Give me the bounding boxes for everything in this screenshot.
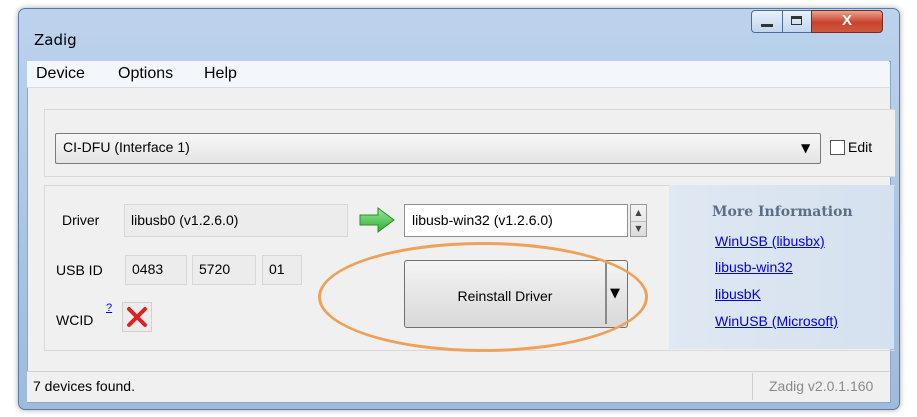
maximize-icon — [791, 16, 802, 25]
maximize-button[interactable] — [782, 10, 812, 33]
usb-pid-field: 5720 — [192, 255, 256, 285]
usb-vid-field: 0483 — [125, 255, 187, 285]
link-winusb-microsoft[interactable]: WinUSB (Microsoft) — [715, 313, 838, 329]
arrow-right-icon — [359, 207, 395, 233]
spin-up-icon[interactable]: ▲ — [631, 205, 646, 222]
usb-id-label: USB ID — [56, 262, 103, 278]
spin-down-icon[interactable]: ▼ — [631, 221, 646, 237]
highlight-ellipse — [318, 242, 648, 352]
edit-label: Edit — [848, 139, 873, 155]
menu-help[interactable]: Help — [204, 65, 237, 83]
dropdown-arrow-icon[interactable]: ▼ — [801, 141, 810, 155]
usb-mi-field: 01 — [262, 255, 302, 285]
window-title: Zadig — [34, 31, 77, 49]
status-message: 7 devices found. — [33, 378, 135, 394]
link-winusb-libusbx[interactable]: WinUSB (libusbx) — [715, 233, 825, 249]
version-label: Zadig v2.0.1.160 — [769, 378, 874, 394]
driver-spinner[interactable]: ▲ ▼ — [630, 204, 647, 237]
info-title: More Information — [712, 204, 853, 220]
close-button[interactable]: X — [811, 10, 883, 33]
current-driver-field: libusb0 (v1.2.6.0) — [124, 204, 348, 237]
status-bar — [27, 371, 889, 402]
close-icon: X — [841, 12, 852, 29]
menu-device[interactable]: Device — [36, 65, 85, 83]
menu-options[interactable]: Options — [118, 65, 173, 83]
link-libusbk[interactable]: libusbK — [715, 286, 761, 302]
edit-checkbox[interactable] — [830, 140, 845, 155]
wcid-help-link[interactable]: ? — [106, 302, 112, 314]
wcid-x-icon — [122, 302, 152, 332]
wcid-label: WCID — [56, 312, 94, 328]
minimize-button[interactable] — [751, 10, 783, 33]
target-driver-field[interactable]: libusb-win32 (v1.2.6.0) — [404, 204, 628, 237]
minimize-icon — [761, 24, 773, 27]
link-libusb-win32[interactable]: libusb-win32 — [715, 259, 793, 275]
device-select-value: CI-DFU (Interface 1) — [63, 139, 190, 155]
driver-label: Driver — [62, 212, 100, 228]
status-separator — [752, 373, 753, 400]
